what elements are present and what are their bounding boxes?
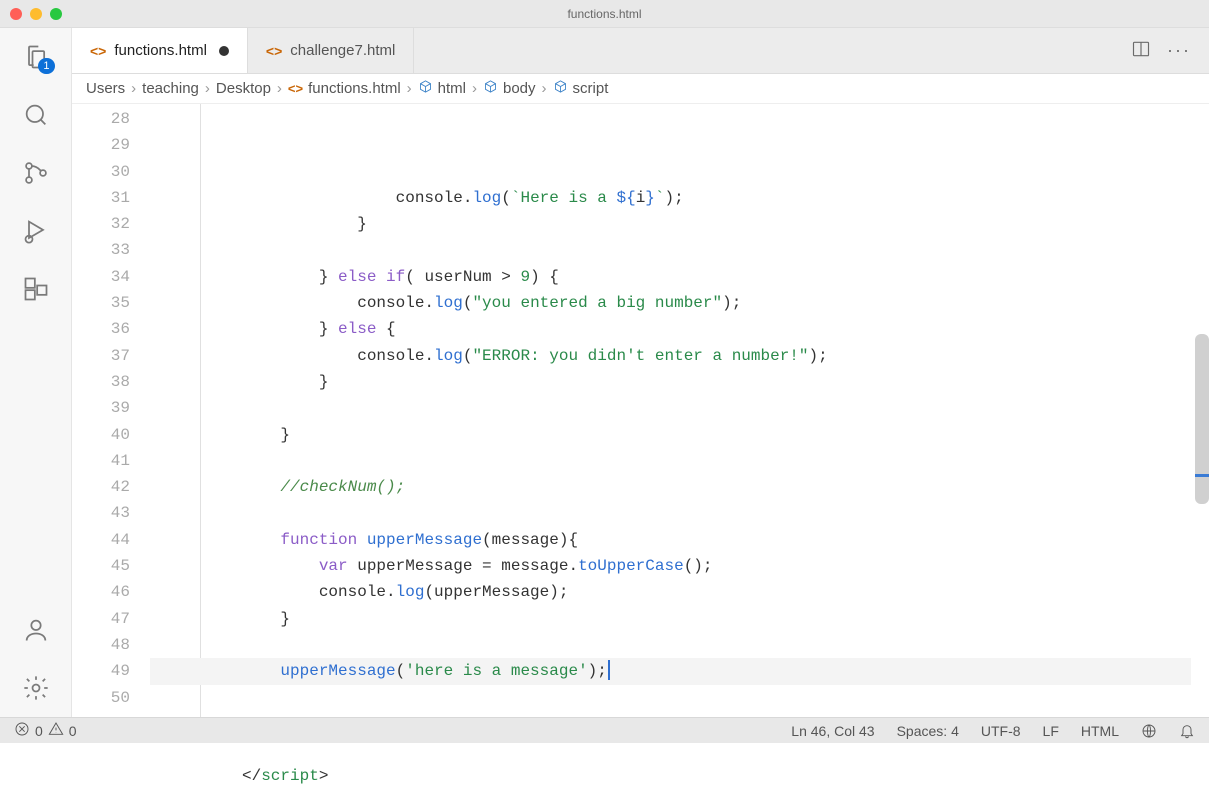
chevron-right-icon: › <box>131 80 136 97</box>
problems-status[interactable]: 0 0 <box>14 721 77 740</box>
search-icon[interactable] <box>21 100 51 130</box>
scrollbar-thumb[interactable] <box>1195 334 1209 504</box>
code-line[interactable]: } <box>150 606 1191 632</box>
minimap-mark <box>1195 474 1209 477</box>
code-line[interactable] <box>150 448 1191 474</box>
source-control-icon[interactable] <box>21 158 51 188</box>
run-debug-icon[interactable] <box>21 216 51 246</box>
code-line[interactable] <box>150 711 1191 737</box>
code-line[interactable] <box>150 685 1191 711</box>
window-controls <box>10 8 62 20</box>
html-file-icon: <> <box>266 43 282 59</box>
code-line[interactable] <box>150 500 1191 526</box>
line-number-gutter: 2829303132333435363738394041424344454647… <box>72 104 150 717</box>
breadcrumb-item: teaching <box>142 80 199 97</box>
maximize-window-button[interactable] <box>50 8 62 20</box>
window-title: functions.html <box>0 7 1209 21</box>
symbol-icon <box>483 79 498 98</box>
minimize-window-button[interactable] <box>30 8 42 20</box>
tab-label: challenge7.html <box>290 42 395 59</box>
code-line[interactable] <box>150 395 1191 421</box>
code-line[interactable]: } <box>150 369 1191 395</box>
code-line[interactable]: function upperMessage(message){ <box>150 527 1191 553</box>
explorer-badge: 1 <box>38 58 54 74</box>
code-area[interactable]: console.log(`Here is a ${i}`); } } else … <box>150 104 1191 717</box>
extensions-icon[interactable] <box>21 274 51 304</box>
warning-icon <box>48 721 64 740</box>
code-line[interactable]: } else { <box>150 316 1191 342</box>
code-line[interactable]: upperMessage('here is a message'); <box>150 658 1191 684</box>
code-line[interactable]: console.log("you entered a big number"); <box>150 290 1191 316</box>
tab-challenge7-html[interactable]: <> challenge7.html <box>248 28 414 73</box>
breadcrumb-item: body <box>483 79 536 98</box>
titlebar: functions.html <box>0 0 1209 28</box>
error-icon <box>14 721 30 740</box>
html-file-icon: <> <box>90 43 106 59</box>
tab-functions-html[interactable]: <> functions.html <box>72 28 248 73</box>
close-window-button[interactable] <box>10 8 22 20</box>
minimap[interactable] <box>1191 104 1209 717</box>
breadcrumb-item: html <box>418 79 466 98</box>
activity-bar: 1 <box>0 28 72 717</box>
code-line[interactable]: } else if( userNum > 9) { <box>150 264 1191 290</box>
chevron-right-icon: › <box>205 80 210 97</box>
code-line[interactable]: } <box>150 211 1191 237</box>
tab-label: functions.html <box>114 42 207 59</box>
code-line[interactable] <box>150 632 1191 658</box>
explorer-icon[interactable]: 1 <box>21 42 51 72</box>
code-line[interactable]: console.log(upperMessage); <box>150 579 1191 605</box>
settings-gear-icon[interactable] <box>21 673 51 703</box>
chevron-right-icon: › <box>407 80 412 97</box>
symbol-icon <box>553 79 568 98</box>
editor[interactable]: 2829303132333435363738394041424344454647… <box>72 104 1209 717</box>
code-line[interactable]: console.log(`Here is a ${i}`); <box>150 185 1191 211</box>
code-line[interactable]: </script> <box>150 763 1191 789</box>
code-line[interactable] <box>150 237 1191 263</box>
split-editor-icon[interactable] <box>1131 39 1151 62</box>
breadcrumb-item: script <box>553 79 609 98</box>
code-line[interactable]: console.log("ERROR: you didn't enter a n… <box>150 343 1191 369</box>
chevron-right-icon: › <box>277 80 282 97</box>
breadcrumb[interactable]: Users › teaching › Desktop › <>functions… <box>72 74 1209 104</box>
tab-bar: <> functions.html <> challenge7.html ··· <box>72 28 1209 74</box>
breadcrumb-item: <>functions.html <box>288 80 401 97</box>
accounts-icon[interactable] <box>21 615 51 645</box>
chevron-right-icon: › <box>542 80 547 97</box>
code-line[interactable]: } <box>150 422 1191 448</box>
code-line[interactable] <box>150 737 1191 763</box>
code-line[interactable]: var upperMessage = message.toUpperCase()… <box>150 553 1191 579</box>
html-file-icon: <> <box>288 81 303 96</box>
more-actions-icon[interactable]: ··· <box>1167 40 1191 61</box>
breadcrumb-item: Desktop <box>216 80 271 97</box>
symbol-icon <box>418 79 433 98</box>
breadcrumb-item: Users <box>86 80 125 97</box>
dirty-indicator-icon <box>219 46 229 56</box>
code-line[interactable]: //checkNum(); <box>150 474 1191 500</box>
chevron-right-icon: › <box>472 80 477 97</box>
